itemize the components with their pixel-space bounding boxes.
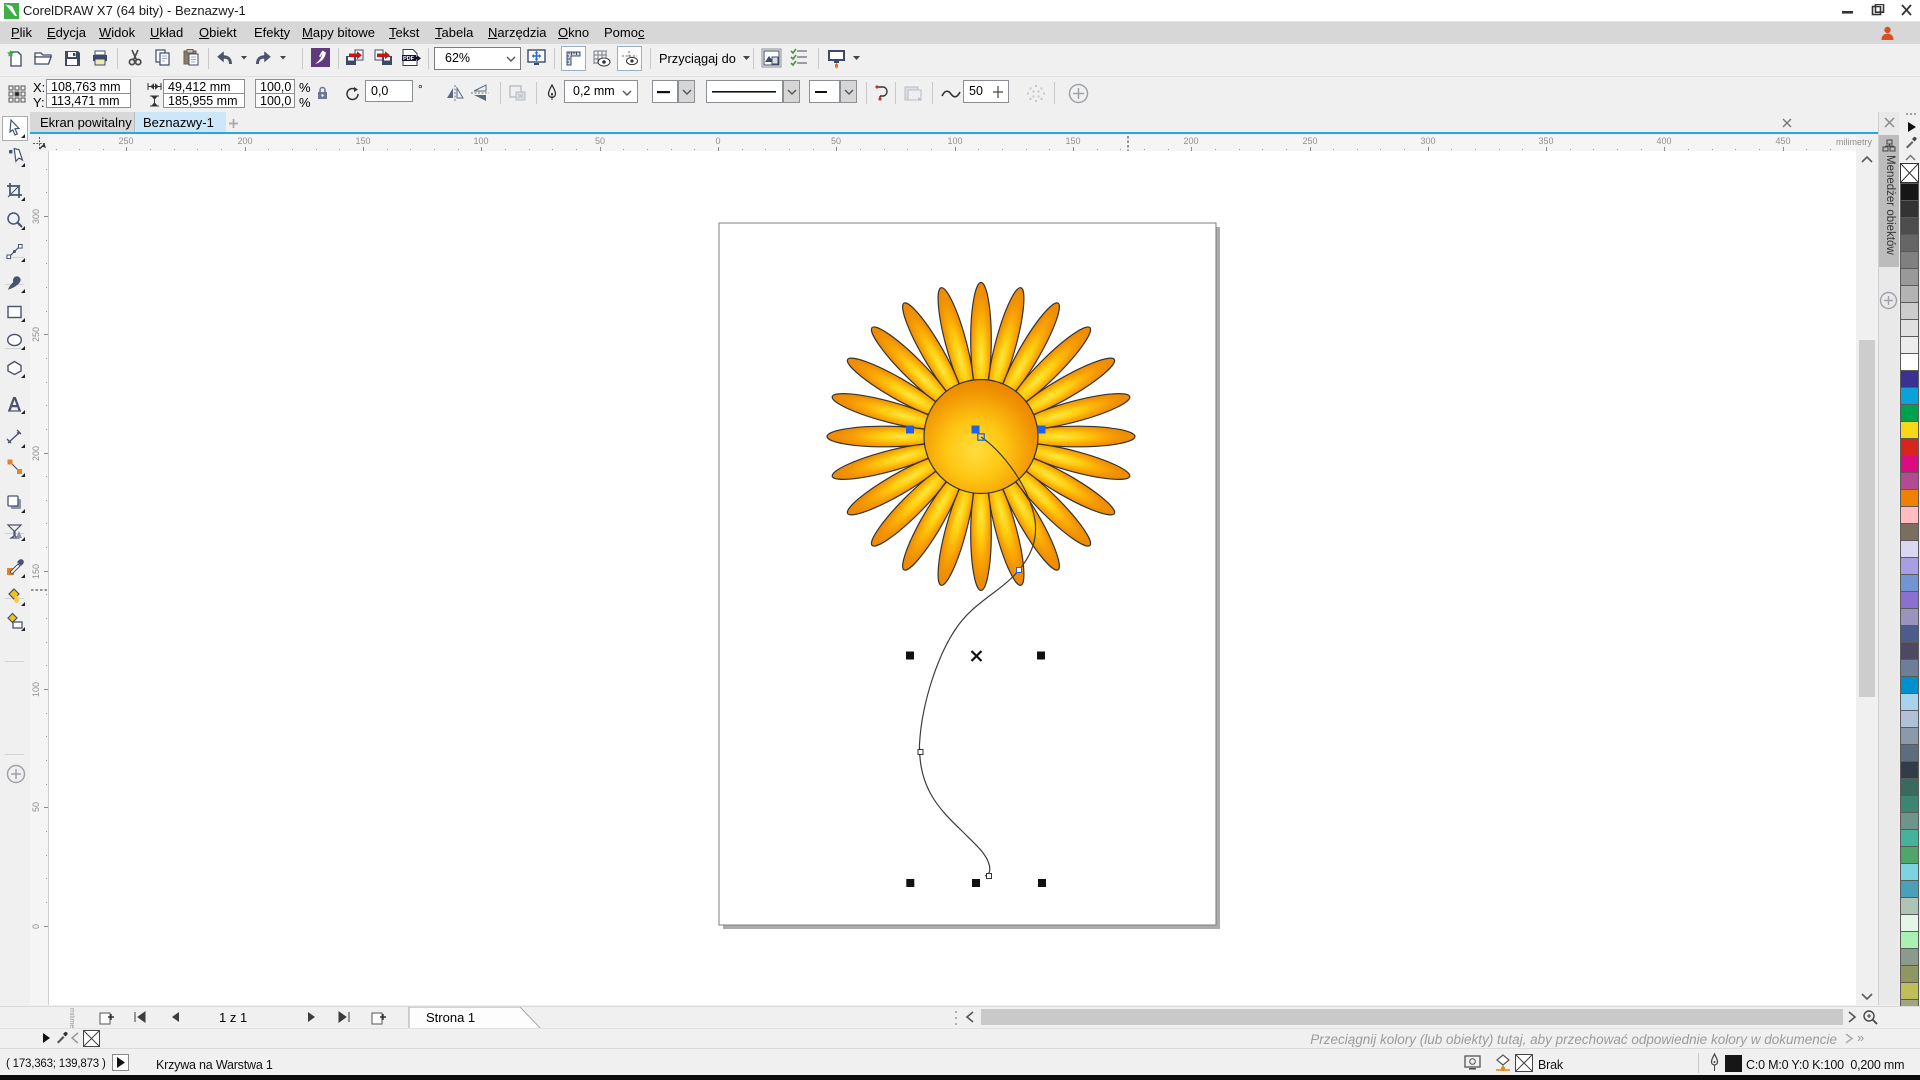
svg-text:Strona 1: Strona 1 <box>426 1010 475 1025</box>
svg-text:PDF: PDF <box>403 56 415 62</box>
